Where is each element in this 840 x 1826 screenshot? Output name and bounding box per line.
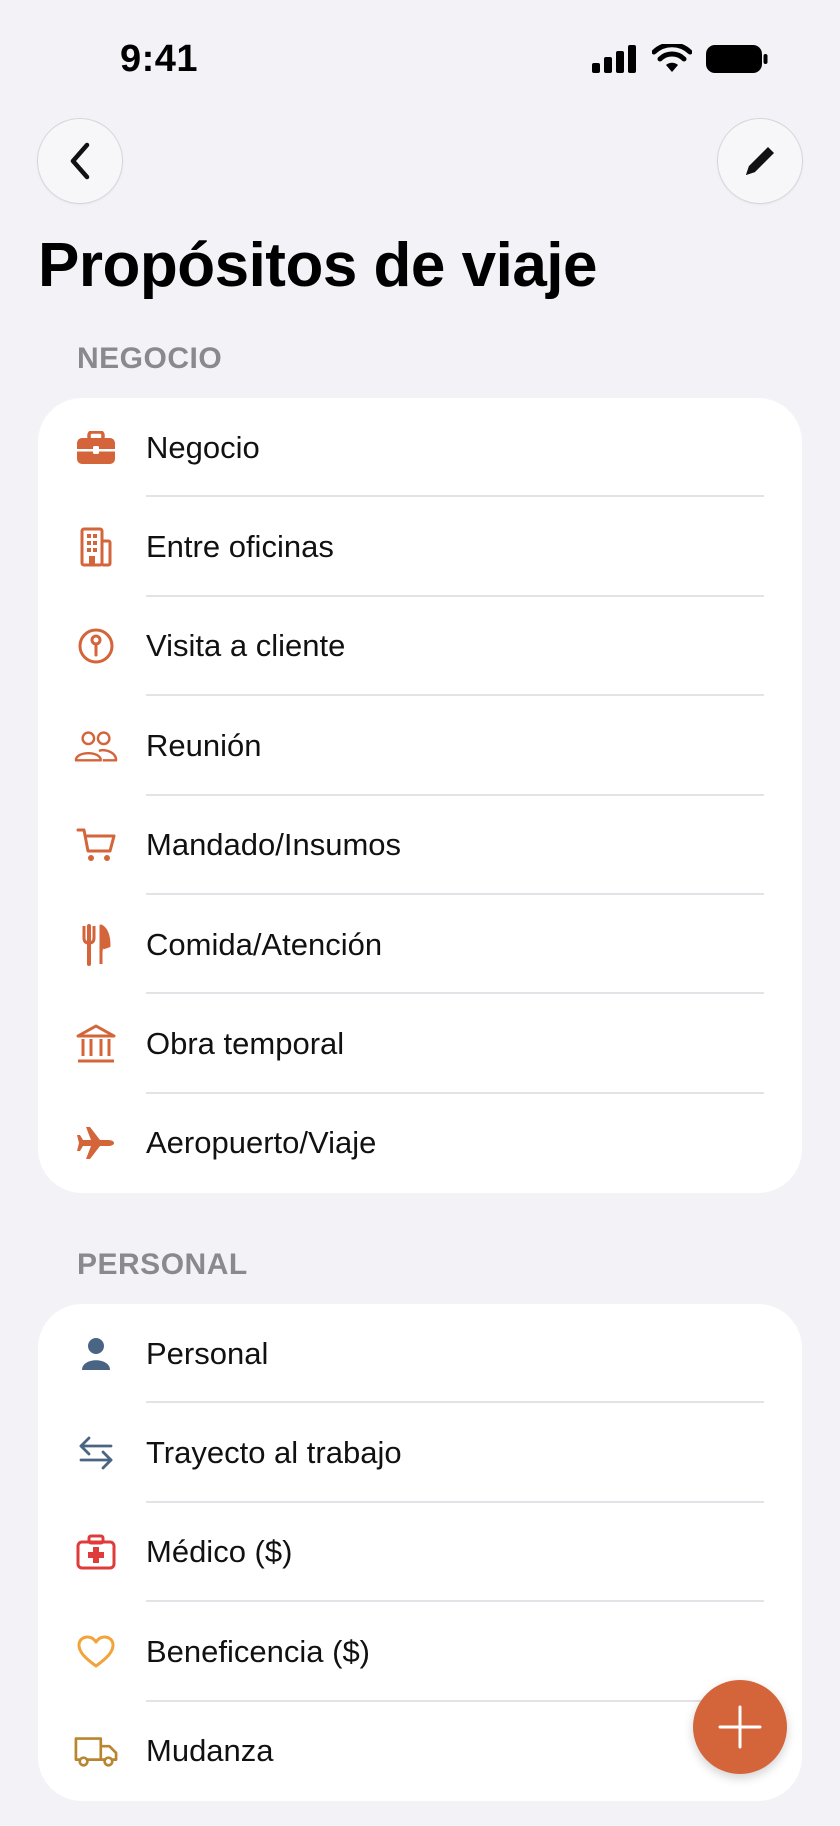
truck-icon	[74, 1729, 118, 1773]
list-item-personal[interactable]: Personal	[38, 1304, 802, 1404]
list-item-label: Beneficencia ($)	[146, 1633, 371, 1669]
page-title: Propósitos de viaje	[38, 231, 598, 300]
list-item-label: Mandado/Insumos	[146, 827, 402, 863]
list-item-label: Entre oficinas	[146, 529, 334, 565]
list-item-medico[interactable]: Médico ($)	[38, 1503, 802, 1603]
list-item-label: Negocio	[146, 429, 260, 465]
list-item-label: Médico ($)	[146, 1534, 293, 1570]
list-item-obra-temporal[interactable]: Obra temporal	[38, 994, 802, 1094]
edit-button[interactable]	[717, 118, 803, 204]
list-item-entre-oficinas[interactable]: Entre oficinas	[38, 497, 802, 597]
section-header-negocio: NEGOCIO	[77, 342, 223, 375]
battery-icon	[706, 45, 768, 73]
briefcase-icon	[74, 426, 118, 470]
pin-icon	[74, 624, 118, 668]
list-item-label: Personal	[146, 1335, 269, 1371]
plus-icon	[718, 1705, 762, 1749]
fork-knife-icon	[74, 923, 118, 967]
status-time: 9:41	[120, 38, 199, 80]
add-purpose-button[interactable]	[693, 1680, 787, 1774]
person-icon	[74, 1332, 118, 1376]
list-item-label: Aeropuerto/Viaje	[146, 1125, 377, 1161]
status-bar: 9:41	[0, 0, 840, 120]
status-icons	[592, 44, 768, 74]
list-item-label: Reunión	[146, 727, 262, 763]
cart-icon	[74, 823, 118, 867]
arrows-icon	[74, 1431, 118, 1475]
medical-kit-icon	[74, 1530, 118, 1574]
airplane-icon	[74, 1121, 118, 1165]
building-icon	[74, 525, 118, 569]
wifi-icon	[652, 44, 692, 72]
list-item-mudanza[interactable]: Mudanza	[38, 1702, 802, 1801]
list-item-label: Visita a cliente	[146, 628, 346, 664]
cellular-signal-icon	[592, 45, 636, 73]
list-item-label: Trayecto al trabajo	[146, 1435, 402, 1471]
list-item-label: Obra temporal	[146, 1026, 345, 1062]
list-item-comida-atencion[interactable]: Comida/Atención	[38, 895, 802, 995]
bank-icon	[74, 1022, 118, 1066]
list-item-beneficencia[interactable]: Beneficencia ($)	[38, 1602, 802, 1702]
list-item-reunion[interactable]: Reunión	[38, 696, 802, 796]
list-item-negocio[interactable]: Negocio	[38, 398, 802, 498]
heart-icon	[74, 1630, 118, 1674]
business-purposes-list: Negocio Entre oficinas Visita a cliente …	[38, 398, 802, 1193]
personal-purposes-list: Personal Trayecto al trabajo Médico ($) …	[38, 1304, 802, 1801]
list-item-visita-a-cliente[interactable]: Visita a cliente	[38, 597, 802, 697]
chevron-left-icon	[70, 142, 90, 180]
people-icon	[74, 724, 118, 768]
list-item-label: Comida/Atención	[146, 926, 383, 962]
list-item-aeropuerto-viaje[interactable]: Aeropuerto/Viaje	[38, 1094, 802, 1193]
back-button[interactable]	[37, 118, 123, 204]
pencil-icon	[746, 147, 774, 175]
list-item-trayecto-al-trabajo[interactable]: Trayecto al trabajo	[38, 1403, 802, 1503]
list-item-mandado-insumos[interactable]: Mandado/Insumos	[38, 796, 802, 895]
list-item-label: Mudanza	[146, 1733, 274, 1769]
section-header-personal: PERSONAL	[77, 1248, 248, 1281]
